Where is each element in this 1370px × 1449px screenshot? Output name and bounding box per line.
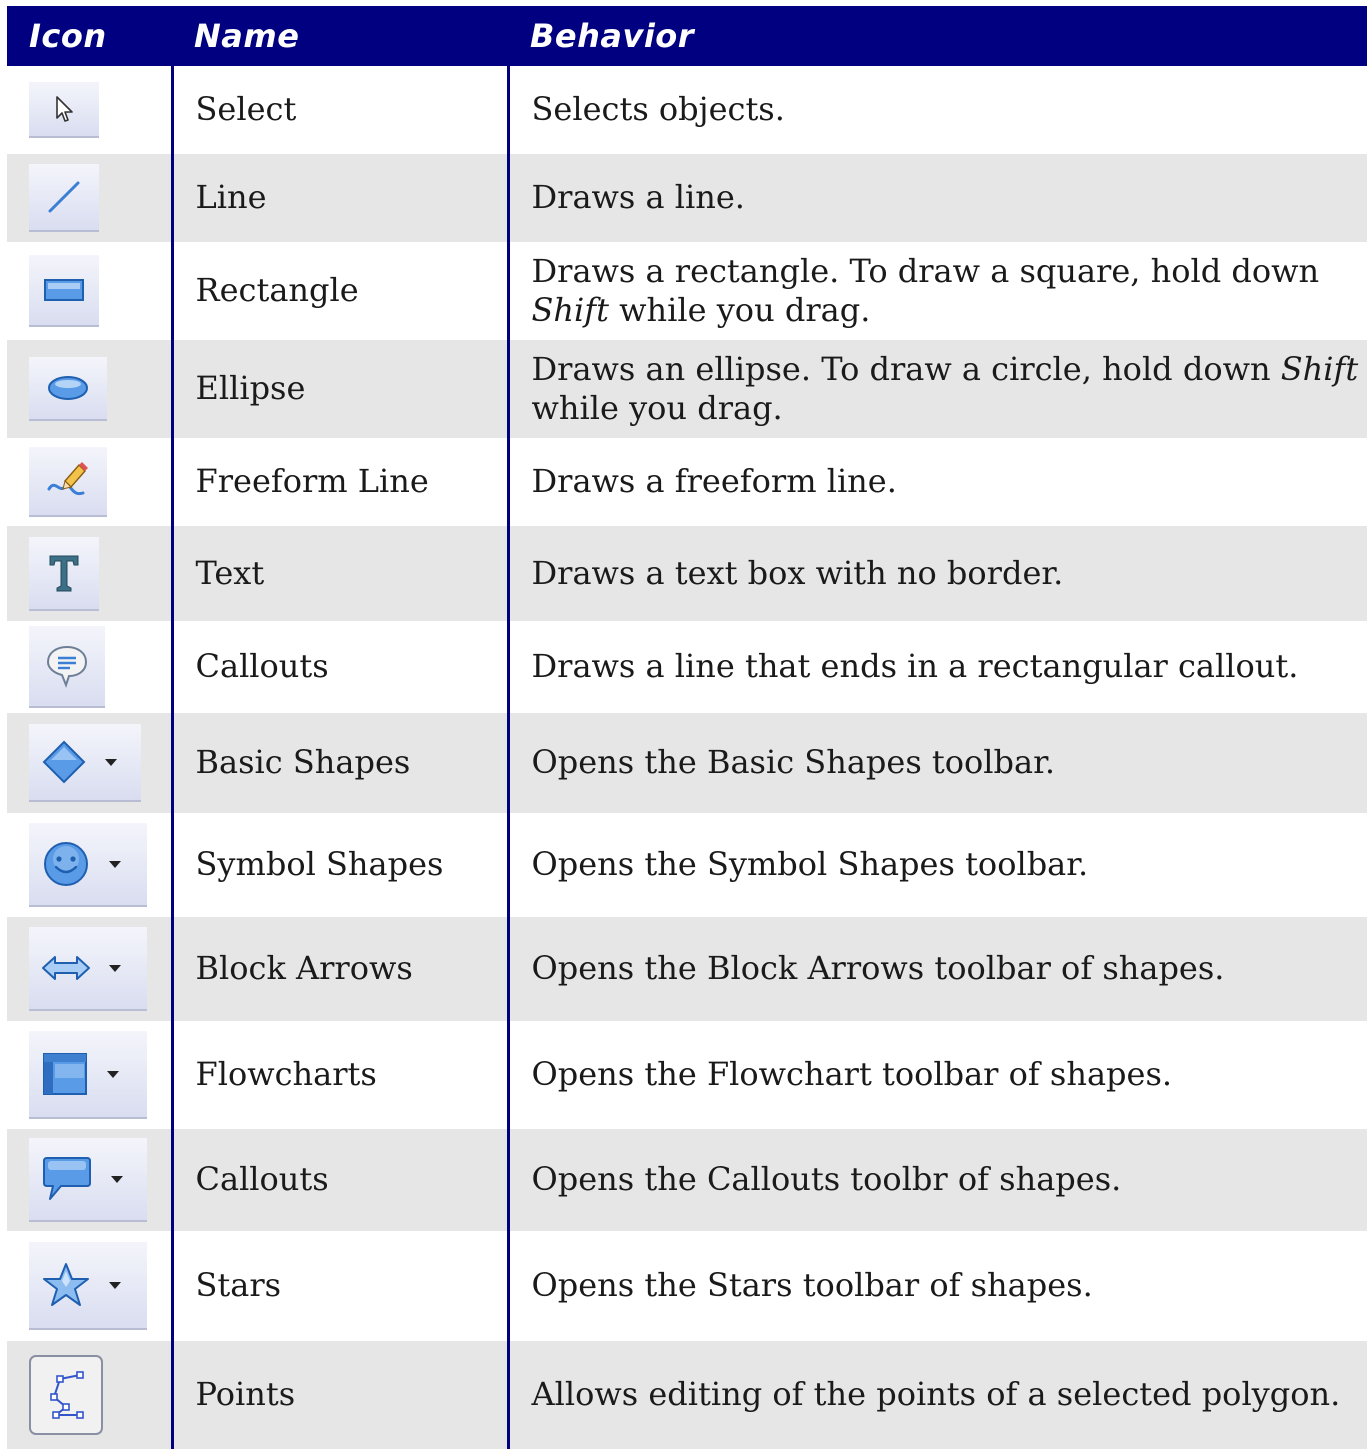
table-row: Stars Opens the Stars toolbar of shapes.: [7, 1231, 1367, 1341]
rectangle-icon: [29, 255, 99, 327]
behavior-text-end: while you drag.: [608, 291, 871, 329]
row-behavior: Opens the Flowchart toolbar of shapes.: [508, 1021, 1367, 1129]
text-t-icon: [29, 536, 99, 611]
shift-key-text: Shift: [1280, 349, 1359, 388]
table-row: Select Selects objects.: [7, 66, 1367, 154]
table-row: Text Draws a text box with no border.: [7, 526, 1367, 621]
behavior-text-end: while you drag.: [531, 389, 783, 427]
row-behavior: Opens the Symbol Shapes toolbar.: [508, 813, 1367, 917]
table-row: Callouts Draws a line that ends in a rec…: [7, 621, 1367, 713]
row-name: Freeform Line: [172, 438, 510, 526]
table-row: Freeform Line Draws a freeform line.: [7, 438, 1367, 526]
row-behavior: Draws an ellipse. To draw a circle, hold…: [508, 340, 1367, 438]
row-name: Rectangle: [172, 242, 510, 340]
row-name: Block Arrows: [172, 917, 510, 1021]
row-behavior: Opens the Basic Shapes toolbar.: [508, 713, 1367, 813]
ellipse-icon: [29, 357, 107, 421]
row-name: Select: [172, 66, 510, 154]
table-row: Flowcharts Opens the Flowchart toolbar o…: [7, 1021, 1367, 1129]
block-arrows-dropdown: [29, 927, 147, 1011]
row-name: Line: [172, 154, 510, 242]
symbol-shapes-dropdown: [29, 823, 147, 907]
flowchart-icon: [43, 1053, 87, 1095]
table-row: Callouts Opens the Callouts toolbr of sh…: [7, 1129, 1367, 1231]
table-row: Basic Shapes Opens the Basic Shapes tool…: [7, 713, 1367, 813]
chevron-down-icon: [109, 1281, 121, 1289]
row-behavior: Draws a rectangle. To draw a square, hol…: [508, 242, 1367, 340]
row-name: Flowcharts: [172, 1021, 510, 1129]
table-header-row: Icon Name Behavior: [7, 6, 1367, 66]
row-behavior: Draws a line.: [508, 154, 1367, 242]
row-behavior: Allows editing of the points of a select…: [508, 1341, 1367, 1449]
table-row: Block Arrows Opens the Block Arrows tool…: [7, 917, 1367, 1021]
basic-shapes-dropdown: [29, 724, 141, 802]
row-behavior: Opens the Callouts toolbr of shapes.: [508, 1129, 1367, 1231]
chevron-down-icon: [109, 860, 121, 868]
header-name: Name: [172, 6, 508, 66]
behavior-text: Draws an ellipse. To draw a circle, hold…: [531, 349, 1281, 388]
table-row: Symbol Shapes Opens the Symbol Shapes to…: [7, 813, 1367, 917]
row-behavior: Draws a freeform line.: [508, 438, 1367, 526]
double-arrow-icon: [42, 956, 90, 980]
row-behavior: Opens the Block Arrows toolbar of shapes…: [508, 917, 1367, 1021]
table-row: Points Allows editing of the points of a…: [7, 1341, 1367, 1449]
stars-dropdown: [29, 1242, 147, 1330]
line-icon: [29, 164, 99, 232]
row-behavior: Draws a text box with no border.: [508, 526, 1367, 621]
speech-bubble-icon: [29, 626, 105, 708]
header-behavior: Behavior: [508, 6, 1367, 66]
star-icon: [43, 1263, 89, 1306]
diamond-icon: [42, 740, 86, 784]
shift-key-text: Shift: [531, 291, 609, 329]
row-name: Callouts: [172, 1129, 510, 1231]
select-arrow-icon: [29, 82, 99, 138]
row-behavior: Selects objects.: [508, 66, 1367, 154]
row-name: Points: [172, 1341, 510, 1449]
smiley-icon: [44, 842, 88, 886]
points-icon: [29, 1355, 103, 1435]
callout-bubble-icon: [43, 1157, 91, 1200]
row-name: Text: [172, 526, 510, 621]
chevron-down-icon: [109, 964, 121, 972]
flowcharts-dropdown: [29, 1031, 147, 1119]
row-name: Stars: [172, 1231, 510, 1341]
table-row: Ellipse Draws an ellipse. To draw a circ…: [7, 340, 1367, 438]
row-name: Callouts: [172, 621, 510, 713]
table-row: Rectangle Draws a rectangle. To draw a s…: [7, 242, 1367, 340]
row-name: Ellipse: [172, 340, 510, 438]
pencil-icon: [29, 447, 107, 517]
behavior-text: Draws a rectangle. To draw a square, hol…: [531, 251, 1320, 290]
chevron-down-icon: [111, 1175, 123, 1183]
row-behavior: Opens the Stars toolbar of shapes.: [508, 1231, 1367, 1341]
header-icon: Icon: [7, 6, 172, 66]
row-behavior: Draws a line that ends in a rectangular …: [508, 621, 1367, 713]
callouts-dropdown: [29, 1138, 147, 1222]
table-row: Line Draws a line.: [7, 154, 1367, 242]
chevron-down-icon: [105, 758, 117, 766]
row-name: Basic Shapes: [172, 713, 510, 813]
chevron-down-icon: [107, 1070, 119, 1078]
toolbar-icons-table: Icon Name Behavior Select Selects object…: [7, 6, 1367, 1449]
row-name: Symbol Shapes: [172, 813, 510, 917]
